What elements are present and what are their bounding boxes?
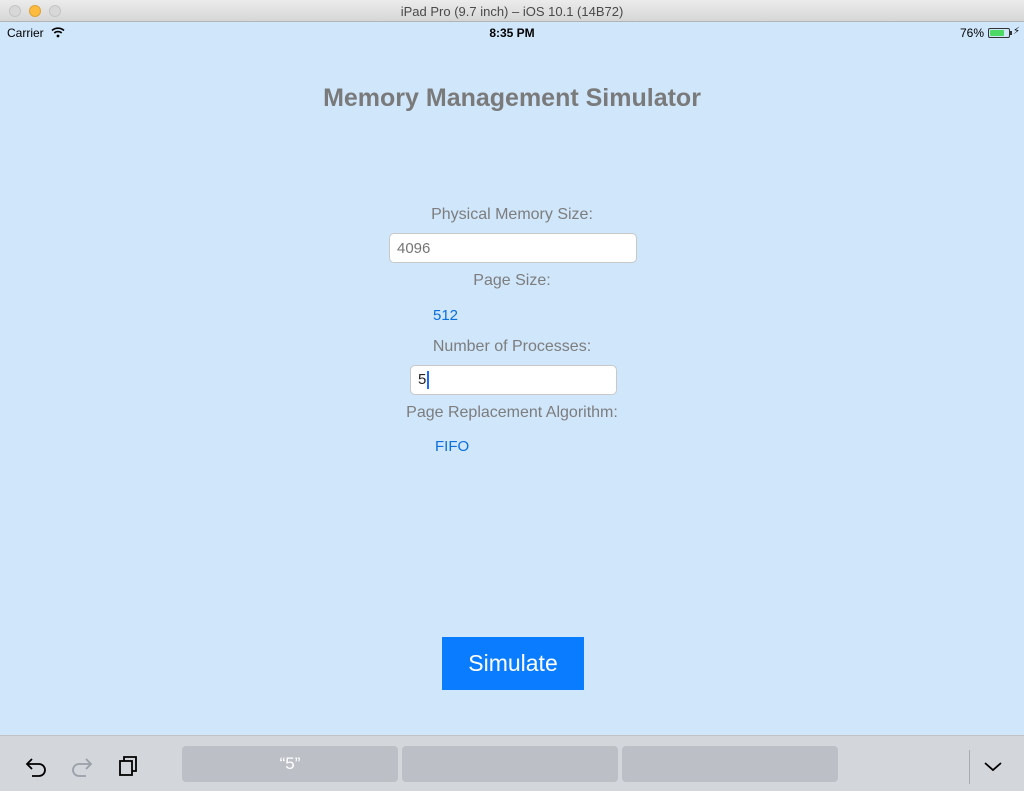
suggestion-item[interactable] [622,746,838,782]
chevron-down-icon[interactable] [981,754,1005,778]
status-bar: Carrier 8:35 PM 76% ⚡ [0,22,1024,42]
keyboard-shortcut-bar: “5” [0,735,1024,791]
processes-input-value: 5 [418,371,427,388]
suggestion-item[interactable] [402,746,618,782]
battery-level-fill [990,30,1004,36]
algorithm-selector[interactable]: FIFO [435,438,469,455]
processes-label: Number of Processes: [432,338,592,355]
battery-icon [988,28,1012,38]
charging-icon: ⚡ [1012,26,1020,37]
processes-input[interactable]: 5 [410,365,617,395]
window-title: iPad Pro (9.7 inch) – iOS 10.1 (14B72) [400,4,624,19]
redo-icon[interactable] [70,754,94,778]
paste-icon[interactable] [116,754,140,778]
physical-memory-input[interactable] [389,233,637,263]
page-size-label: Page Size: [473,272,551,289]
physical-memory-label: Physical Memory Size: [431,206,593,223]
algorithm-label: Page Replacement Algorithm: [406,404,618,421]
window-titlebar: iPad Pro (9.7 inch) – iOS 10.1 (14B72) [0,0,1024,22]
battery-percent: 76% [959,26,984,40]
battery-cap [1010,31,1012,35]
page-title: Memory Management Simulator [323,84,701,112]
page-size-selector[interactable]: 512 [433,307,458,324]
simulate-button[interactable]: Simulate [442,637,584,690]
divider [969,750,970,784]
text-caret [427,371,430,390]
undo-icon[interactable] [24,754,48,778]
suggestion-item[interactable]: “5” [182,746,398,782]
status-clock: 8:35 PM [489,26,535,40]
